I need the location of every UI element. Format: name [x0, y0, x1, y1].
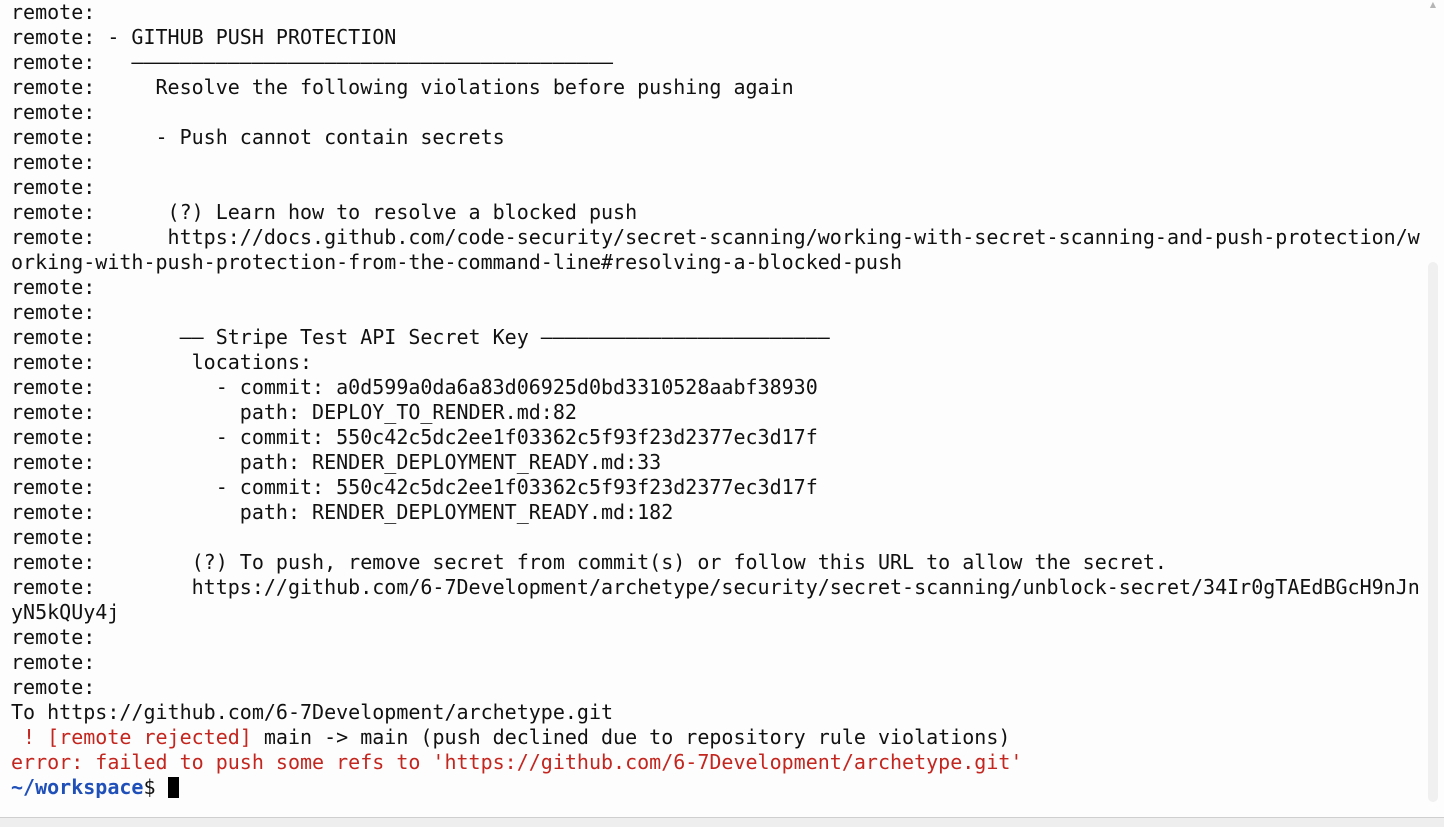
rejected-marker: ! [remote rejected] [11, 725, 252, 749]
prompt-sigil: $ [143, 775, 168, 799]
output-line: orking-with-push-protection-from-the-com… [11, 250, 903, 274]
output-line: remote: path: DEPLOY_TO_RENDER.md:82 [11, 400, 577, 424]
prompt-path: ~/workspace [11, 775, 144, 799]
output-line: To https://github.com/6-7Development/arc… [11, 700, 614, 724]
output-line: remote: https://docs.github.com/code-sec… [11, 225, 1420, 249]
output-line: remote: - commit: 550c42c5dc2ee1f03362c5… [11, 425, 818, 449]
output-line: remote: [11, 300, 96, 324]
output-line: remote: ————————————————————————————————… [11, 50, 614, 74]
vertical-scrollbar[interactable] [1428, 262, 1438, 802]
output-line: remote: [11, 0, 96, 24]
remote-rejected-line: ! [remote rejected] main -> main (push d… [11, 725, 1420, 750]
output-line: remote: —— Stripe Test API Secret Key ——… [11, 325, 830, 349]
output-line: remote: [11, 625, 96, 649]
output-line: remote: - GITHUB PUSH PROTECTION [11, 25, 397, 49]
output-line: remote: path: RENDER_DEPLOYMENT_READY.md… [11, 500, 674, 524]
output-line: remote: path: RENDER_DEPLOYMENT_READY.md… [11, 450, 662, 474]
output-line: remote: [11, 525, 96, 549]
terminal-output: remote: remote: - GITHUB PUSH PROTECTION r… [11, 0, 1420, 800]
rejected-detail: main -> main (push declined due to repos… [251, 725, 1011, 749]
output-line: remote: [11, 150, 96, 174]
output-line: remote: [11, 275, 96, 299]
output-line: remote: (?) To push, remove secret from … [11, 550, 1167, 574]
output-line: yN5kQUy4j [11, 600, 120, 624]
terminal-window[interactable]: ▲ remote: remote: - GITHUB PUSH PROTECTIO… [0, 0, 1444, 827]
output-line: remote: - commit: a0d599a0da6a83d06925d0… [11, 375, 818, 399]
bottom-edge-bar [0, 817, 1444, 827]
text-cursor[interactable] [167, 777, 179, 798]
output-line: remote: - commit: 550c42c5dc2ee1f03362c5… [11, 475, 818, 499]
output-line: remote: [11, 175, 96, 199]
prompt-line[interactable]: ~/workspace$ [11, 775, 1420, 800]
output-line: remote: [11, 650, 96, 674]
output-line: remote: - Push cannot contain secrets [11, 125, 505, 149]
output-line: remote: (?) Learn how to resolve a block… [11, 200, 638, 224]
error-line: error: failed to push some refs to 'http… [11, 750, 1023, 774]
output-line: remote: https://github.com/6-7Developmen… [11, 575, 1420, 599]
scroll-up-arrow-icon[interactable]: ▲ [1428, 0, 1438, 10]
output-line: remote: [11, 675, 96, 699]
output-lines: remote: remote: - GITHUB PUSH PROTECTION r… [11, 0, 1420, 725]
output-line: remote: [11, 100, 96, 124]
output-line: remote: locations: [11, 350, 313, 374]
output-line: remote: Resolve the following violations… [11, 75, 794, 99]
